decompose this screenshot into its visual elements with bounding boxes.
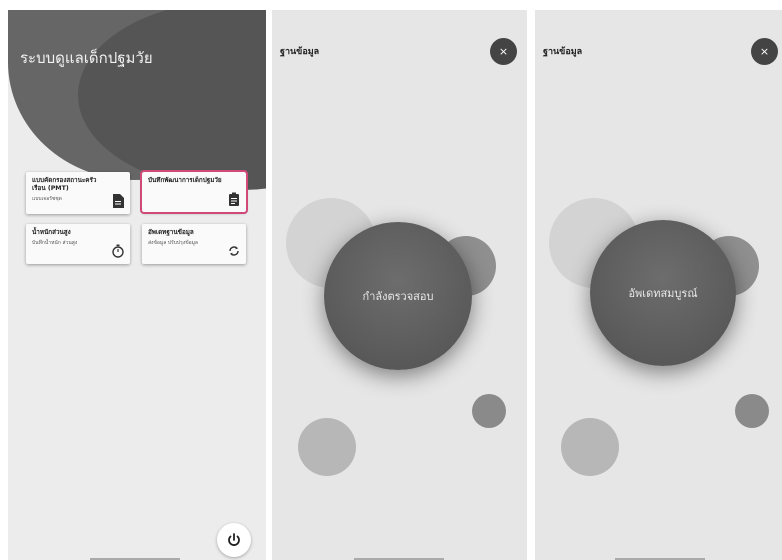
status-text: กำลังตรวจสอบ (362, 290, 434, 303)
screen-header: ฐานข้อมูล (280, 47, 320, 57)
card-subtitle: ส่งข้อมูล ปรับปรุงข้อมูล (148, 240, 198, 246)
card-weight-height[interactable]: น้ำหนักส่วนสูง บันทึกน้ำหนัก ส่วนสูง (26, 224, 130, 264)
card-subtitle: บันทึกน้ำหนัก ส่วนสูง (32, 240, 78, 246)
card-title: น้ำหนักส่วนสูง (32, 229, 71, 236)
close-button[interactable]: × (751, 38, 778, 65)
card-subtitle: แบบเจอรัชชุด (32, 196, 62, 202)
power-icon (228, 533, 240, 546)
decor-circle (561, 418, 619, 476)
card-child-development[interactable]: บันทึกพัฒนาการเด็กปฐมวัย (140, 170, 248, 214)
close-icon: × (759, 45, 770, 58)
card-update-database[interactable]: อัพเดทฐานข้อมูล ส่งข้อมูล ปรับปรุงข้อมูล (142, 224, 246, 264)
decor-circle (298, 418, 356, 476)
app-title: ระบบดูแลเด็กปฐมวัย (20, 49, 153, 67)
power-button[interactable] (217, 523, 251, 557)
clipboard-icon (229, 192, 239, 206)
stopwatch-icon (112, 244, 124, 258)
decor-circle (735, 394, 769, 428)
screen-header: ฐานข้อมูล (543, 47, 583, 57)
status-circle: อัพเดทสมบูรณ์ (590, 220, 736, 366)
status-circle: กำลังตรวจสอบ (324, 222, 472, 370)
status-text: อัพเดทสมบูรณ์ (628, 287, 698, 300)
close-icon: × (498, 45, 509, 58)
database-updated-screen: ฐานข้อมูล × อัพเดทสมบูรณ์ (535, 10, 782, 560)
card-pmt-screening[interactable]: แบบคัดกรองสถานะครัวเรือน (PMT) แบบเจอรัช… (26, 172, 130, 214)
close-button[interactable]: × (490, 38, 517, 65)
sync-icon (229, 246, 239, 256)
database-checking-screen: ฐานข้อมูล × กำลังตรวจสอบ (272, 10, 527, 560)
document-icon (113, 194, 124, 208)
card-title: อัพเดทฐานข้อมูล (148, 229, 194, 236)
card-title: บันทึกพัฒนาการเด็กปฐมวัย (148, 177, 222, 184)
home-screen: ระบบดูแลเด็กปฐมวัย แบบคัดกรองสถานะครัวเร… (8, 10, 266, 560)
decor-circle (472, 394, 506, 428)
card-title: แบบคัดกรองสถานะครัวเรือน (PMT) (32, 177, 97, 192)
